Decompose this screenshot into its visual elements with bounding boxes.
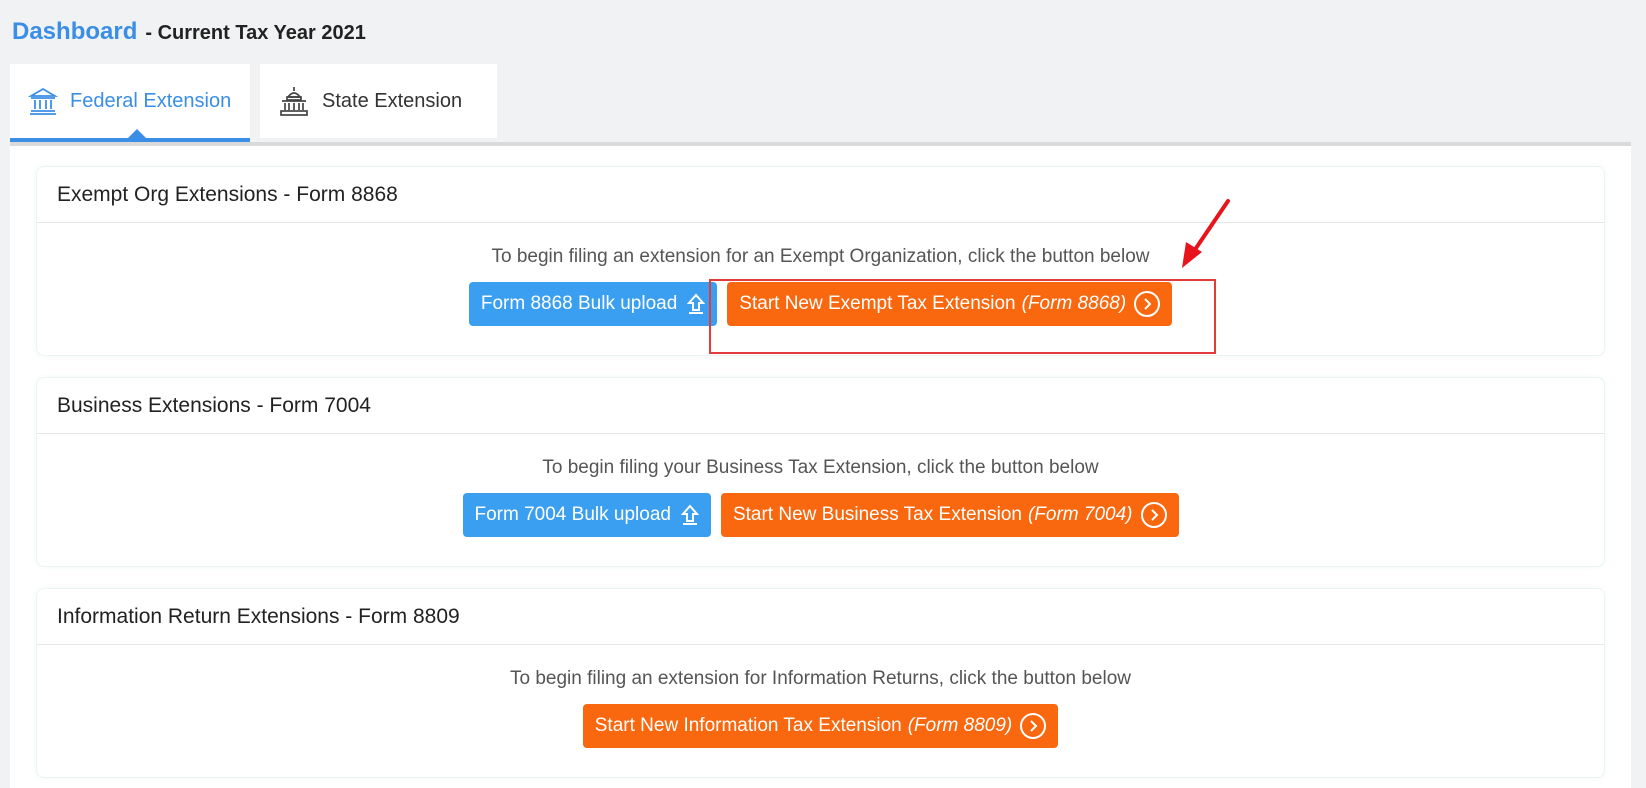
card-description: To begin filing your Business Tax Extens… xyxy=(542,457,1099,478)
bank-icon xyxy=(28,86,58,116)
card-information-return: Information Return Extensions - Form 880… xyxy=(36,588,1605,778)
card-title: Business Extensions - Form 7004 xyxy=(37,378,1604,434)
annotation-highlight-box xyxy=(709,279,1216,354)
card-title: Exempt Org Extensions - Form 8868 xyxy=(37,167,1604,223)
form-7004-bulk-upload-button[interactable]: Form 7004 Bulk upload xyxy=(462,493,711,537)
chevron-right-icon xyxy=(1140,502,1167,528)
active-tab-caret xyxy=(128,129,146,138)
chevron-right-icon xyxy=(1020,713,1047,739)
page-title[interactable]: Dashboard xyxy=(12,18,137,46)
card-description: To begin filing an extension for Informa… xyxy=(509,668,1132,689)
card-business: Business Extensions - Form 7004 To begin… xyxy=(36,377,1605,567)
button-label: Form 7004 Bulk upload xyxy=(474,504,671,525)
button-label: Form 8868 Bulk upload xyxy=(480,293,678,314)
page-header: Dashboard - Current Tax Year 2021 xyxy=(12,18,366,46)
extension-tabs: Federal Extension State Extension xyxy=(10,64,1631,146)
tab-federal-extension[interactable]: Federal Extension xyxy=(10,64,250,142)
button-form-label: (Form 8809) xyxy=(907,715,1013,736)
start-new-business-tax-extension-button[interactable]: Start New Business Tax Extension (Form 7… xyxy=(720,493,1179,537)
button-form-label: (Form 7004) xyxy=(1027,504,1133,525)
capitol-icon xyxy=(278,86,310,116)
annotation-arrow-icon xyxy=(1182,199,1230,268)
main-content: Exempt Org Extensions - Form 8868 To beg… xyxy=(10,146,1631,788)
page-subtitle: - Current Tax Year 2021 xyxy=(145,22,366,44)
button-label: Start New Business Tax Extension xyxy=(732,504,1022,525)
upload-icon xyxy=(680,504,699,526)
card-title: Information Return Extensions - Form 880… xyxy=(37,589,1604,645)
tab-label: State Extension xyxy=(322,89,463,112)
upload-icon xyxy=(687,293,706,315)
form-8868-bulk-upload-button[interactable]: Form 8868 Bulk upload xyxy=(468,282,718,326)
tab-state-extension[interactable]: State Extension xyxy=(260,64,497,138)
button-label: Start New Information Tax Extension xyxy=(594,715,902,736)
card-description: To begin filing an extension for an Exem… xyxy=(491,246,1150,267)
tab-label: Federal Extension xyxy=(70,89,232,112)
start-new-information-tax-extension-button[interactable]: Start New Information Tax Extension (For… xyxy=(582,704,1059,748)
